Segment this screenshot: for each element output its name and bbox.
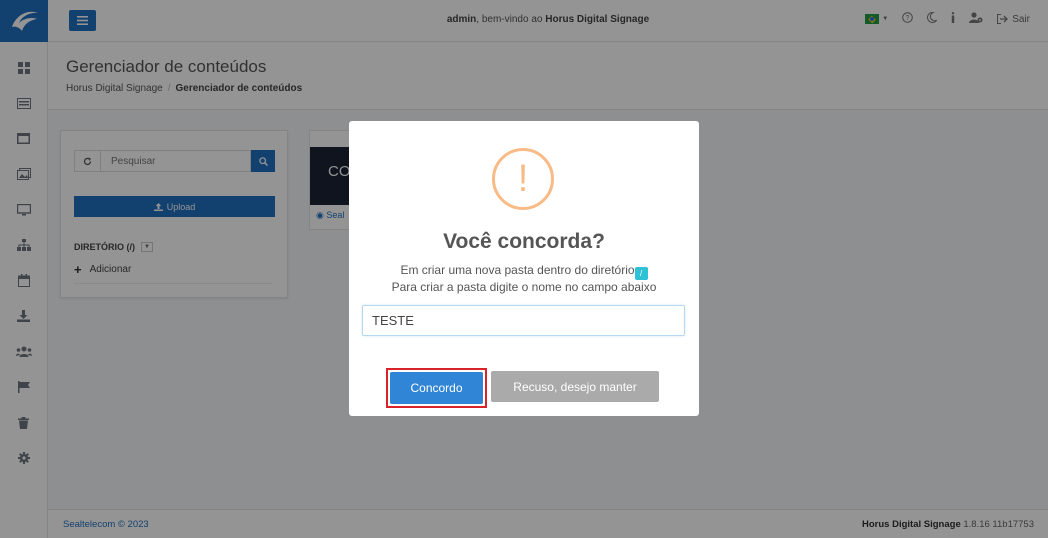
folder-name-input[interactable]: [362, 305, 685, 336]
warning-icon: !: [492, 148, 554, 210]
dialog-message: Em criar uma nova pasta dentro do diretó…: [349, 263, 699, 295]
dialog-line-2: Para criar a pasta digite o nome no camp…: [391, 280, 657, 294]
dialog-line-1: Em criar uma nova pasta dentro do diretó…: [400, 263, 635, 277]
cursor-icon: /: [634, 267, 648, 280]
dialog-title: Você concorda?: [443, 230, 605, 253]
cancel-button[interactable]: Recuso, desejo manter: [491, 371, 659, 402]
confirm-highlight: Concordo: [386, 368, 487, 408]
confirm-button[interactable]: Concordo: [390, 372, 483, 404]
confirm-dialog: ! Você concorda? Em criar uma nova pasta…: [349, 121, 699, 416]
